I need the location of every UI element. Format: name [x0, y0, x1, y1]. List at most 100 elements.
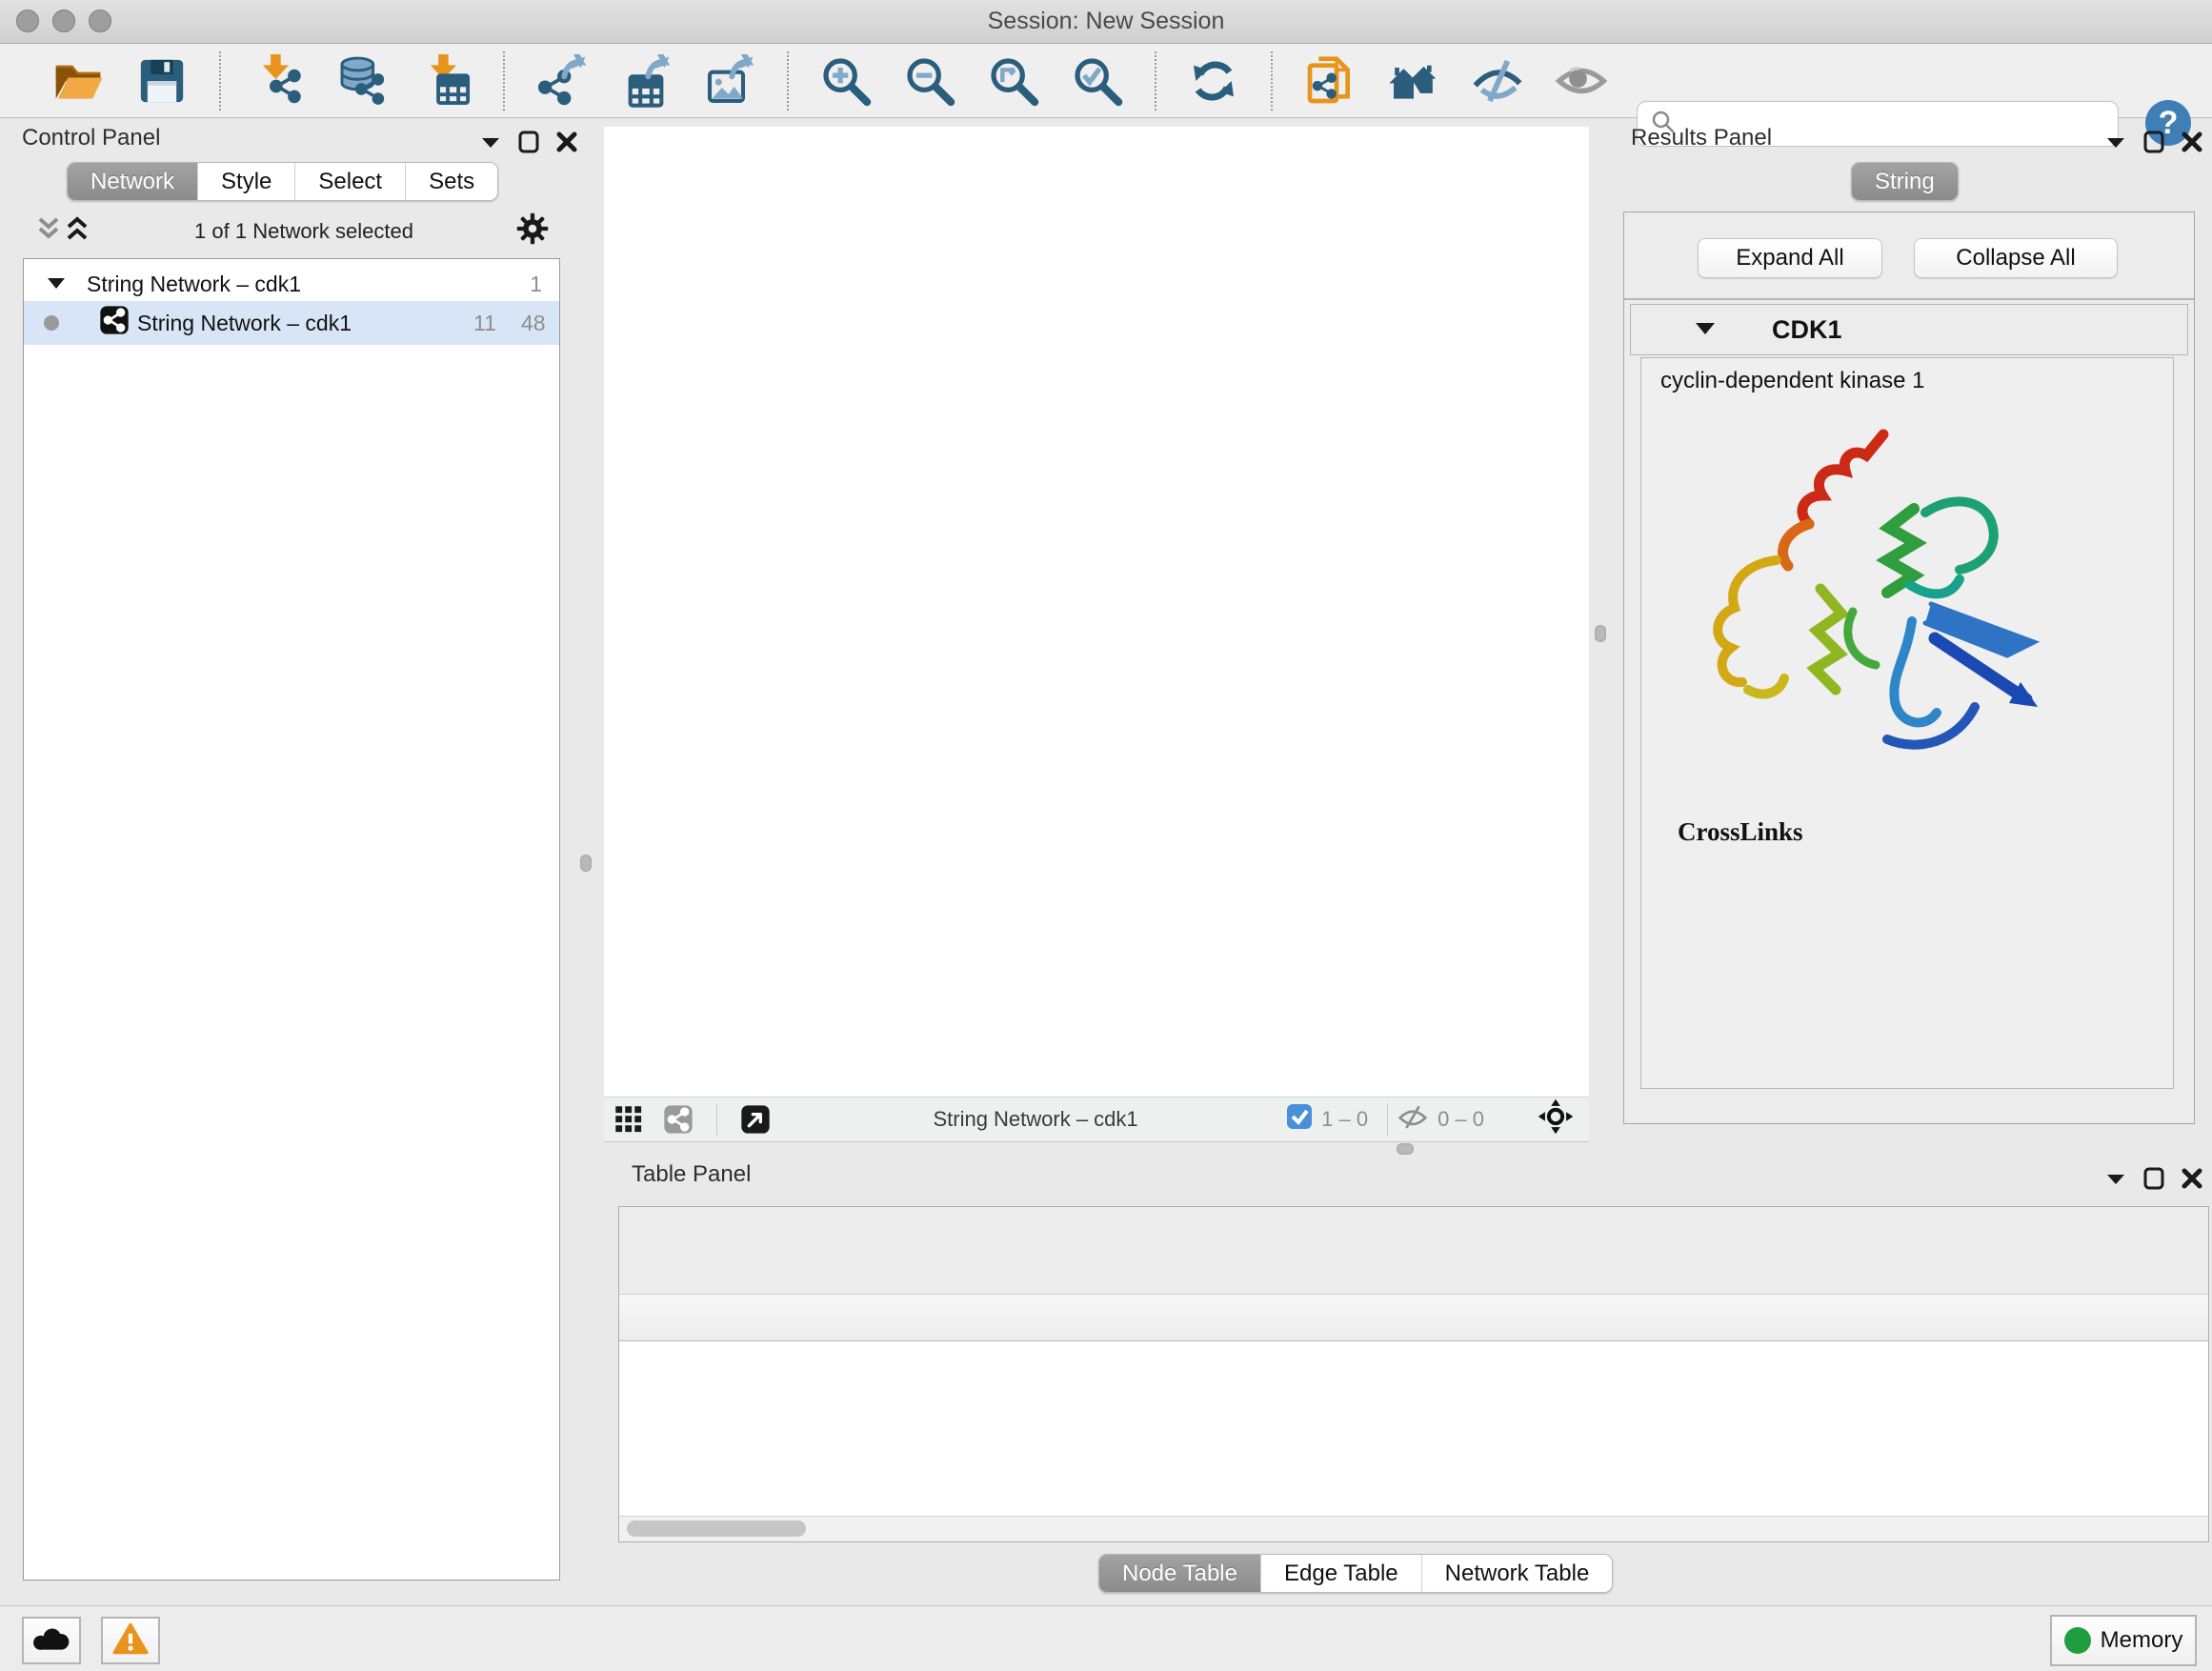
network-share-icon [99, 305, 130, 341]
toolbar-separator [1271, 51, 1273, 111]
tab-style[interactable]: Style [197, 163, 294, 200]
panel-menu-icon[interactable] [2105, 132, 2126, 156]
memory-label: Memory [2101, 1627, 2183, 1654]
table-row[interactable] [619, 1340, 2208, 1382]
table-header-row [619, 1295, 2208, 1341]
control-panel-title: Control Panel [22, 125, 160, 151]
titlebar: Session: New Session [0, 0, 2212, 44]
panel-close-icon[interactable] [556, 131, 577, 157]
collection-count: 1 [530, 272, 542, 297]
tab-sets[interactable]: Sets [405, 163, 497, 200]
window-title: Session: New Session [0, 8, 2212, 35]
network-label: String Network – cdk1 [137, 311, 352, 336]
eye-icon[interactable] [1554, 53, 1609, 109]
toolbar-separator [787, 51, 789, 111]
cdk1-section-header[interactable]: CDK1 [1630, 304, 2188, 355]
control-panel: Control Panel NetworkStyleSelectSets 1 o… [11, 119, 564, 1581]
tab-network-table[interactable]: Network Table [1421, 1555, 1613, 1592]
expand-all-icon[interactable] [63, 213, 91, 250]
selected-checkbox-icon[interactable] [1287, 1104, 1312, 1135]
node-count: 11 [473, 311, 496, 336]
gear-icon[interactable] [516, 212, 549, 251]
table-panel: Table Panel Node TableEdge TableNetwork … [604, 1148, 2212, 1605]
application-window: Session: New Session ? Control Panel Net… [0, 0, 2212, 1671]
right-splitter-handle[interactable] [1595, 625, 1606, 642]
import-database-icon[interactable] [334, 53, 390, 109]
zoom-in-icon[interactable] [818, 53, 874, 109]
toolbar-separator [1155, 51, 1156, 111]
zoom-fit-icon[interactable] [986, 53, 1041, 109]
section-expander-icon[interactable] [1694, 318, 1717, 342]
collapse-all-icon[interactable] [34, 213, 63, 250]
tab-node-table[interactable]: Node Table [1099, 1555, 1260, 1592]
table-toolbar [619, 1207, 2208, 1295]
hidden-counts: 0 – 0 [1438, 1107, 1484, 1132]
network-list-toolbar: 1 of 1 Network selected [23, 210, 558, 253]
home-icon[interactable] [1386, 53, 1441, 109]
network-tree-root-row[interactable]: String Network – cdk1 1 [24, 265, 559, 303]
node-table-container [618, 1206, 2209, 1542]
import-network-icon[interactable] [251, 53, 306, 109]
panel-float-icon[interactable] [2143, 1167, 2164, 1195]
export-table-icon[interactable] [618, 53, 674, 109]
expand-all-button[interactable]: Expand All [1698, 238, 1882, 278]
collapse-all-button[interactable]: Collapse All [1914, 238, 2118, 278]
tree-expander-icon[interactable] [47, 272, 66, 297]
selected-counts: 1 – 0 [1321, 1107, 1368, 1132]
birdseye-grid-icon[interactable] [612, 1095, 646, 1144]
open-folder-icon[interactable] [50, 53, 106, 109]
toolbar-separator [503, 51, 505, 111]
network-status-dot [44, 315, 59, 331]
tab-edge-table[interactable]: Edge Table [1260, 1555, 1421, 1592]
scrollbar-handle[interactable] [627, 1520, 806, 1537]
left-splitter-handle[interactable] [580, 855, 592, 872]
memory-status-icon [2064, 1627, 2091, 1654]
export-image-icon[interactable] [702, 53, 757, 109]
panel-float-icon[interactable] [518, 131, 539, 158]
panel-menu-icon[interactable] [2105, 1169, 2126, 1193]
save-icon[interactable] [134, 53, 190, 109]
warning-icon [112, 1622, 149, 1660]
status-bar: Memory [0, 1605, 2212, 1671]
panel-close-icon[interactable] [2182, 1168, 2202, 1194]
table-horizontal-scrollbar[interactable] [619, 1516, 2208, 1541]
tab-select[interactable]: Select [294, 163, 405, 200]
network-tree-selected-row[interactable]: String Network – cdk1 11 48 [24, 301, 559, 345]
hidden-eye-icon[interactable] [1398, 1103, 1428, 1136]
network-collection-label: String Network – cdk1 [87, 272, 301, 297]
network-overview-icon[interactable] [661, 1095, 695, 1144]
network-selection-status: 1 of 1 Network selected [91, 219, 516, 244]
network-view-toolbar: String Network – cdk1 1 – 0 0 – 0 [604, 1097, 1589, 1142]
results-panel: Results Panel String Expand All Collapse… [1614, 119, 2212, 1148]
table-tabs: Node TableEdge TableNetwork Table [1098, 1554, 1613, 1593]
export-network-icon[interactable] [534, 53, 590, 109]
warnings-button[interactable] [101, 1617, 160, 1664]
protein-structure-image [1685, 417, 2057, 779]
network-canvas[interactable] [604, 127, 1589, 1097]
string-network-graph[interactable] [604, 127, 1589, 1097]
open-in-window-icon[interactable] [738, 1095, 773, 1144]
tab-string[interactable]: String [1851, 162, 1959, 201]
zoom-selected-icon[interactable] [1070, 53, 1125, 109]
refresh-icon[interactable] [1186, 53, 1241, 109]
cloud-icon [32, 1624, 70, 1658]
cdk1-details: cyclin-dependent kinase 1 [1640, 357, 2174, 1089]
show-graphics-icon[interactable] [1470, 53, 1525, 109]
pan-crosshair-icon[interactable] [1538, 1098, 1574, 1140]
tab-network[interactable]: Network [68, 163, 197, 200]
toolbar-separator [219, 51, 221, 111]
panel-float-icon[interactable] [2143, 131, 2164, 158]
cloud-button[interactable] [22, 1617, 81, 1664]
control-panel-tabs: NetworkStyleSelectSets [67, 162, 498, 201]
control-panel-window-controls [480, 131, 577, 158]
main-toolbar: ? [0, 44, 2212, 118]
panel-menu-icon[interactable] [480, 132, 501, 156]
import-table-icon[interactable] [418, 53, 473, 109]
table-panel-window-controls [2105, 1167, 2202, 1195]
results-panel-window-controls [2105, 131, 2202, 158]
panel-close-icon[interactable] [2182, 131, 2202, 157]
zoom-out-icon[interactable] [902, 53, 957, 109]
copy-style-icon[interactable] [1302, 53, 1357, 109]
memory-button[interactable]: Memory [2050, 1615, 2197, 1666]
node-description: cyclin-dependent kinase 1 [1660, 368, 1925, 394]
